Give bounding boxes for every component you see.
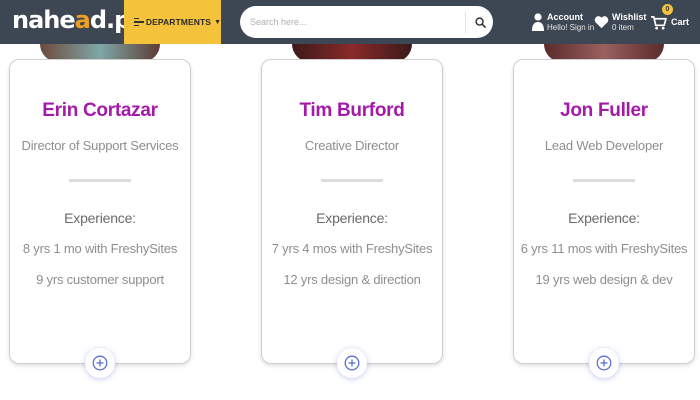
cart-icon (651, 15, 667, 30)
member-role: Director of Support Services (21, 138, 179, 153)
search-divider (465, 11, 466, 33)
search-input[interactable] (240, 6, 464, 38)
account-title: Account (547, 11, 583, 22)
logo-text-accent: a (74, 6, 91, 34)
experience-line: 6 yrs 11 mos with FreshySites (520, 241, 688, 256)
member-role: Lead Web Developer (544, 138, 664, 153)
cart-count-badge: 0 (662, 4, 673, 15)
expand-button[interactable] (337, 348, 367, 378)
divider (573, 179, 635, 182)
team-card: Erin Cortazar Director of Support Servic… (9, 59, 191, 364)
heart-icon (594, 16, 609, 29)
wishlist-link[interactable]: Wishlist 0 item (594, 0, 646, 44)
experience-line: 9 yrs customer support (36, 272, 164, 287)
member-name: Jon Fuller (560, 100, 648, 121)
menu-icon (134, 18, 144, 26)
member-name: Erin Cortazar (42, 100, 158, 121)
experience-heading: Experience: (316, 210, 388, 226)
member-role: Creative Director (304, 138, 400, 153)
user-icon (532, 13, 544, 31)
experience-line: 7 yrs 4 mos with FreshySites (271, 241, 433, 256)
caret-down-icon: ▼ (214, 18, 221, 26)
experience-line: 19 yrs web design & dev (535, 272, 673, 287)
departments-button[interactable]: DEPARTMENTS ▼ (124, 0, 221, 44)
search-button[interactable] (467, 6, 493, 38)
experience-line: 12 yrs design & direction (283, 272, 421, 287)
plus-circle-icon (92, 355, 108, 371)
top-header: nahead.pk DEPARTMENTS ▼ Account Hello! S… (0, 0, 700, 44)
expand-button[interactable] (85, 348, 115, 378)
search-bar (240, 6, 493, 38)
departments-label: DEPARTMENTS (145, 17, 212, 27)
expand-button[interactable] (589, 348, 619, 378)
logo-text-1: nahe (12, 6, 76, 34)
wishlist-count: 0 item (612, 22, 634, 32)
experience-line: 8 yrs 1 mo with FreshySites (22, 241, 178, 256)
plus-circle-icon (344, 355, 360, 371)
cart-label: Cart (671, 16, 690, 27)
wishlist-title: Wishlist (612, 11, 647, 22)
team-card: Jon Fuller Lead Web Developer Experience… (513, 59, 695, 364)
member-name: Tim Burford (299, 100, 405, 121)
plus-circle-icon (596, 355, 612, 371)
search-icon (474, 16, 486, 28)
divider (321, 179, 383, 182)
divider (69, 179, 131, 182)
team-card: Tim Burford Creative Director Experience… (261, 59, 443, 364)
account-subtitle: Hello! Sign in (547, 22, 595, 32)
account-link[interactable]: Account Hello! Sign in (532, 0, 594, 44)
experience-heading: Experience: (64, 210, 136, 226)
experience-heading: Experience: (568, 210, 640, 226)
